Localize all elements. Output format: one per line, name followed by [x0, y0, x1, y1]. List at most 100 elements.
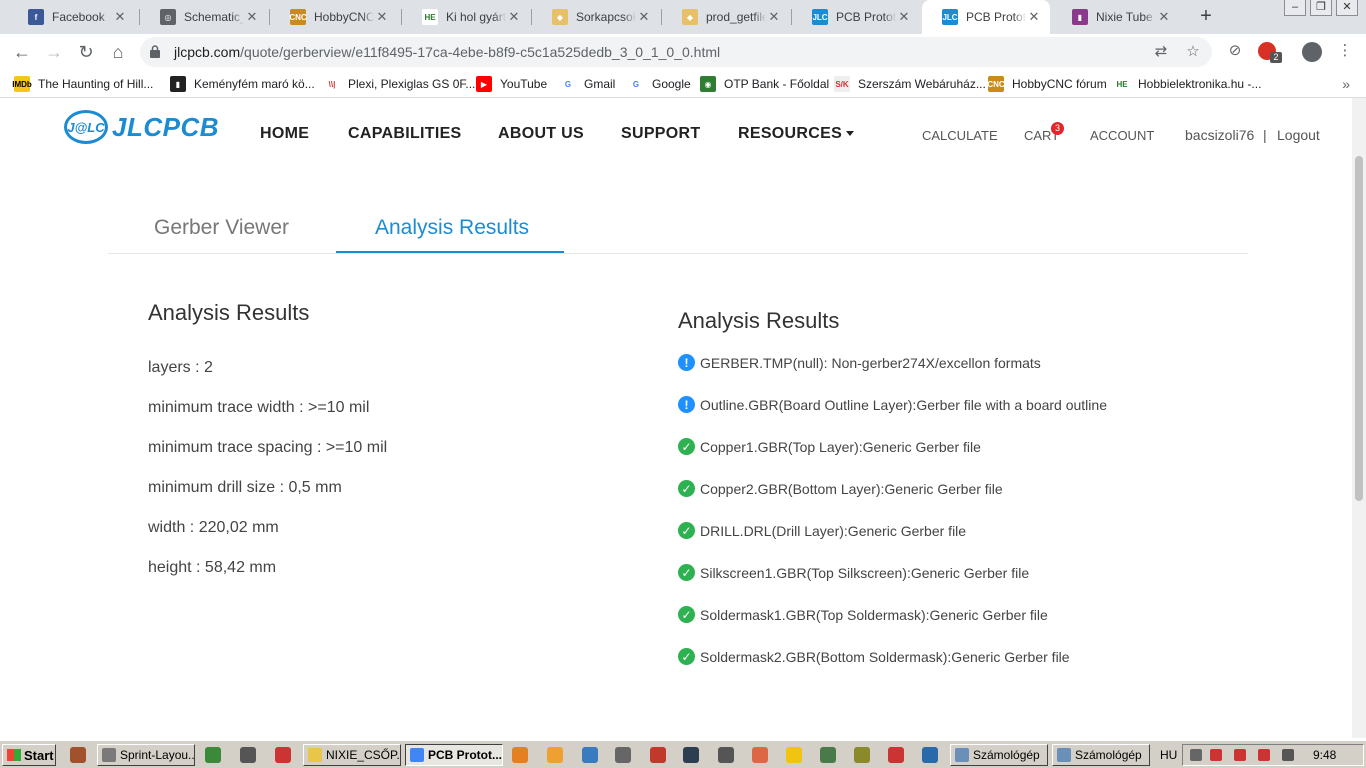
- bookmark-item[interactable]: ▶ YouTube: [476, 76, 547, 92]
- taskbar-button[interactable]: NIXIE_CSŐP...: [303, 744, 401, 766]
- minimize-icon[interactable]: –: [1284, 0, 1306, 16]
- tab-analysis-results[interactable]: Analysis Results: [375, 216, 529, 240]
- browser-tab[interactable]: ◆ prod_getfile.p✕: [662, 0, 790, 34]
- quicklaunch-icon[interactable]: [275, 747, 291, 763]
- bookmark-item[interactable]: S/K Szerszám Webáruház...: [834, 76, 986, 92]
- restore-icon[interactable]: ❐: [1310, 0, 1332, 16]
- nav-capabilities[interactable]: CAPABILITIES: [348, 125, 462, 143]
- bookmark-label: HobbyCNC fórum: [1012, 77, 1107, 91]
- more-bookmarks-icon[interactable]: »: [1342, 76, 1350, 92]
- bookmark-item[interactable]: G Google: [628, 76, 691, 92]
- back-icon[interactable]: ←: [10, 40, 34, 64]
- tray-icon[interactable]: [1210, 749, 1222, 761]
- browser-tab[interactable]: JLC PCB Prototyp✕: [922, 0, 1050, 34]
- tab-title: PCB Prototyp: [966, 10, 1026, 24]
- bookmark-item[interactable]: HE Hobbielektronika.hu -...: [1114, 76, 1261, 92]
- block-icon[interactable]: ⊘: [1226, 43, 1244, 59]
- bookmark-item[interactable]: ◉ OTP Bank - Főoldal: [700, 76, 829, 92]
- result-row: ✓ Soldermask2.GBR(Bottom Soldermask):Gene…: [678, 648, 1070, 665]
- close-tab-icon[interactable]: ✕: [896, 9, 912, 25]
- close-tab-icon[interactable]: ✕: [1156, 9, 1172, 25]
- browser-tab[interactable]: ▮ Nixie Tube Cl✕: [1052, 0, 1180, 34]
- jlcpcb-icon: JLC: [812, 9, 828, 25]
- tray-icon[interactable]: [1258, 749, 1270, 761]
- hobbielektronika-icon: HE: [1114, 76, 1130, 92]
- quicklaunch-icon[interactable]: [70, 747, 86, 763]
- bookmark-star-icon[interactable]: ☆: [1184, 44, 1202, 60]
- jlcpcb-icon: JLC: [942, 9, 958, 25]
- quicklaunch-icon[interactable]: [582, 747, 598, 763]
- close-tab-icon[interactable]: ✕: [244, 9, 260, 25]
- close-window-icon[interactable]: ✕: [1336, 0, 1358, 16]
- quicklaunch-icon[interactable]: [205, 747, 221, 763]
- home-icon[interactable]: ⌂: [106, 40, 130, 64]
- quicklaunch-icon[interactable]: [752, 747, 768, 763]
- quicklaunch-icon[interactable]: [888, 747, 904, 763]
- browser-tab[interactable]: ◎ Schematic_Na✕: [140, 0, 268, 34]
- quicklaunch-icon[interactable]: [547, 747, 563, 763]
- quicklaunch-icon[interactable]: [240, 747, 256, 763]
- result-row: ✓ DRILL.DRL(Drill Layer):Generic Gerber f…: [678, 522, 966, 539]
- new-tab-icon[interactable]: +: [1196, 5, 1216, 28]
- page-scrollbar[interactable]: [1352, 98, 1366, 738]
- bookmark-item[interactable]: \\| Plexi, Plexiglas GS 0F...: [324, 76, 475, 92]
- browser-tab[interactable]: ◆ Sorkapcsok -✕: [532, 0, 660, 34]
- bookmarks-bar: » IMDb The Haunting of Hill... ▮ Keményfém …: [0, 70, 1366, 98]
- quicklaunch-icon[interactable]: [683, 747, 699, 763]
- close-tab-icon[interactable]: ✕: [112, 9, 128, 25]
- quicklaunch-icon[interactable]: [650, 747, 666, 763]
- close-tab-icon[interactable]: ✕: [506, 9, 522, 25]
- nav-resources[interactable]: RESOURCES: [738, 125, 855, 143]
- close-tab-icon[interactable]: ✕: [374, 9, 390, 25]
- bookmark-label: Plexi, Plexiglas GS 0F...: [348, 77, 476, 91]
- bookmark-item[interactable]: ▮ Keményfém maró kö...: [170, 76, 315, 92]
- quicklaunch-icon[interactable]: [854, 747, 870, 763]
- caret-down-icon: [846, 131, 855, 137]
- translate-icon[interactable]: ⇄: [1152, 44, 1170, 60]
- summary-stat: minimum trace width : >=10 mil: [148, 399, 370, 416]
- taskbar-button[interactable]: PCB Protot...: [405, 744, 503, 766]
- taskbar-button[interactable]: Számológép: [950, 744, 1048, 766]
- browser-tab[interactable]: f Facebook ✕: [8, 0, 136, 34]
- quicklaunch-icon[interactable]: [512, 747, 528, 763]
- logout-link[interactable]: Logout: [1277, 127, 1320, 143]
- nav-account[interactable]: ACCOUNT: [1090, 128, 1154, 143]
- quicklaunch-icon[interactable]: [922, 747, 938, 763]
- address-bar[interactable]: jlcpcb.com/quote/gerberview/e11f8495-17c…: [140, 37, 1212, 67]
- tab-gerber-viewer[interactable]: Gerber Viewer: [154, 216, 289, 240]
- quicklaunch-icon[interactable]: [786, 747, 802, 763]
- close-tab-icon[interactable]: ✕: [636, 9, 652, 25]
- tray-icon[interactable]: [1282, 749, 1294, 761]
- bookmark-item[interactable]: G Gmail: [560, 76, 615, 92]
- menu-icon[interactable]: ⋮: [1336, 43, 1354, 59]
- cart-count-badge: 3: [1051, 122, 1064, 135]
- username-link[interactable]: bacsizoli76: [1185, 127, 1254, 143]
- quicklaunch-icon[interactable]: [615, 747, 631, 763]
- quicklaunch-icon[interactable]: [820, 747, 836, 763]
- url-text[interactable]: jlcpcb.com/quote/gerberview/e11f8495-17c…: [174, 44, 720, 60]
- tray-icon[interactable]: [1234, 749, 1246, 761]
- language-indicator[interactable]: HU: [1160, 748, 1177, 762]
- close-tab-icon[interactable]: ✕: [1026, 9, 1042, 25]
- quicklaunch-icon[interactable]: [718, 747, 734, 763]
- profile-icon[interactable]: [1302, 42, 1322, 62]
- close-tab-icon[interactable]: ✕: [766, 9, 782, 25]
- nav-about-us[interactable]: ABOUT US: [498, 125, 584, 143]
- reload-icon[interactable]: ↻: [74, 40, 98, 64]
- forward-icon[interactable]: →: [42, 40, 66, 64]
- start-button[interactable]: Start: [2, 744, 56, 766]
- bookmark-item[interactable]: CNC HobbyCNC fórum: [987, 76, 1107, 92]
- taskbar-button[interactable]: Sprint-Layou...: [97, 744, 195, 766]
- bookmark-item[interactable]: IMDb The Haunting of Hill...: [12, 76, 153, 92]
- summary-stat: height : 58,42 mm: [148, 559, 277, 576]
- nav-support[interactable]: SUPPORT: [621, 125, 700, 143]
- taskbar-button[interactable]: Számológép: [1052, 744, 1150, 766]
- browser-tab[interactable]: JLC PCB Prototyp✕: [792, 0, 920, 34]
- nav-home[interactable]: HOME: [260, 125, 309, 143]
- tray-icon[interactable]: [1190, 749, 1202, 761]
- nav-calculate[interactable]: CALCULATE: [922, 128, 998, 143]
- browser-tab[interactable]: CNC HobbyCNC fó✕: [270, 0, 398, 34]
- jlcpcb-logo[interactable]: J@LC JLCPCB: [64, 110, 219, 144]
- scrollbar-thumb[interactable]: [1355, 156, 1363, 501]
- browser-tab[interactable]: HE Ki hol gyártat✕: [402, 0, 530, 34]
